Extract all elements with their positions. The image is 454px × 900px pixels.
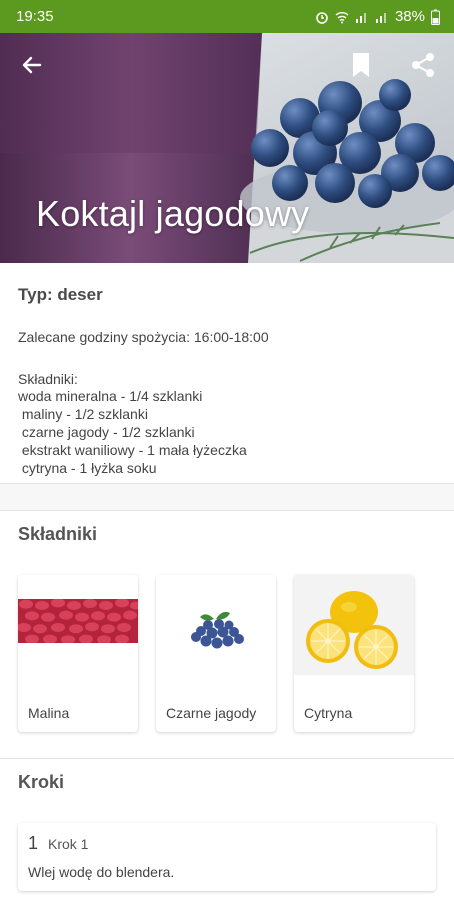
alarm-icon: [316, 11, 328, 24]
ingredients-section-title: Składniki: [18, 524, 98, 544]
ingredient-card-label: Czarne jagody: [166, 705, 257, 721]
section-gap: [0, 484, 454, 510]
back-button[interactable]: [14, 47, 50, 83]
step-card-1[interactable]: 1 Krok 1 Wlej wodę do blendera.: [18, 823, 436, 891]
ingredient-card-blueberries[interactable]: Czarne jagody: [156, 575, 276, 732]
recipe-type: Typ: deser: [18, 285, 103, 304]
lemon-image: [294, 575, 414, 675]
wifi-icon: [335, 11, 349, 23]
recommended-hours: Zalecane godziny spożycia: 16:00-18:00: [18, 329, 269, 345]
status-bar: 19:35 38%: [0, 0, 454, 33]
ingredient-card-label: Malina: [28, 705, 70, 721]
divider: [0, 510, 454, 511]
step-number: 1: [28, 833, 39, 853]
divider: [0, 758, 454, 759]
battery-icon: [431, 9, 440, 25]
raspberries-image: [18, 599, 138, 643]
list-item: cytryna - 1 łyżka soku: [18, 460, 157, 476]
list-item: ekstrakt waniliowy - 1 mała łyżeczka: [18, 442, 247, 458]
status-icons: 38%: [315, 8, 440, 25]
share-button[interactable]: [405, 47, 441, 83]
share-icon: [412, 53, 434, 77]
ingredient-card-label: Cytryna: [304, 705, 353, 721]
ingredients-label: Składniki:: [18, 371, 78, 387]
ingredients-list: woda mineralna - 1/4 szklanki maliny - 1…: [18, 387, 436, 477]
list-item: czarne jagody - 1/2 szklanki: [18, 424, 195, 440]
step-title: Krok 1: [48, 836, 89, 852]
list-item: maliny - 1/2 szklanki: [18, 406, 148, 422]
bookmark-icon: [353, 53, 369, 77]
ingredient-card-raspberry[interactable]: Malina: [18, 575, 138, 732]
recipe-description: Typ: deser Zalecane godziny spożycia: 16…: [0, 263, 454, 483]
signal-icon: [355, 12, 366, 23]
list-item: woda mineralna - 1/4 szklanki: [18, 388, 203, 404]
recipe-title: Koktajl jagodowy: [36, 193, 310, 234]
step-text: Wlej wodę do blendera.: [28, 864, 175, 880]
bookmark-button[interactable]: [343, 47, 379, 83]
status-time: 19:35: [16, 8, 54, 25]
ingredient-card-lemon[interactable]: Cytryna: [294, 575, 414, 732]
hero-image: Koktajl jagodowy: [0, 33, 454, 263]
signal-icon: [375, 12, 386, 23]
ingredient-cards: Malina Czarne jagody Cytryna: [18, 575, 414, 732]
arrow-left-icon: [22, 56, 42, 74]
blueberries-image: [156, 575, 276, 675]
steps-section-title: Kroki: [18, 772, 65, 792]
battery-percent: 38%: [394, 8, 425, 25]
